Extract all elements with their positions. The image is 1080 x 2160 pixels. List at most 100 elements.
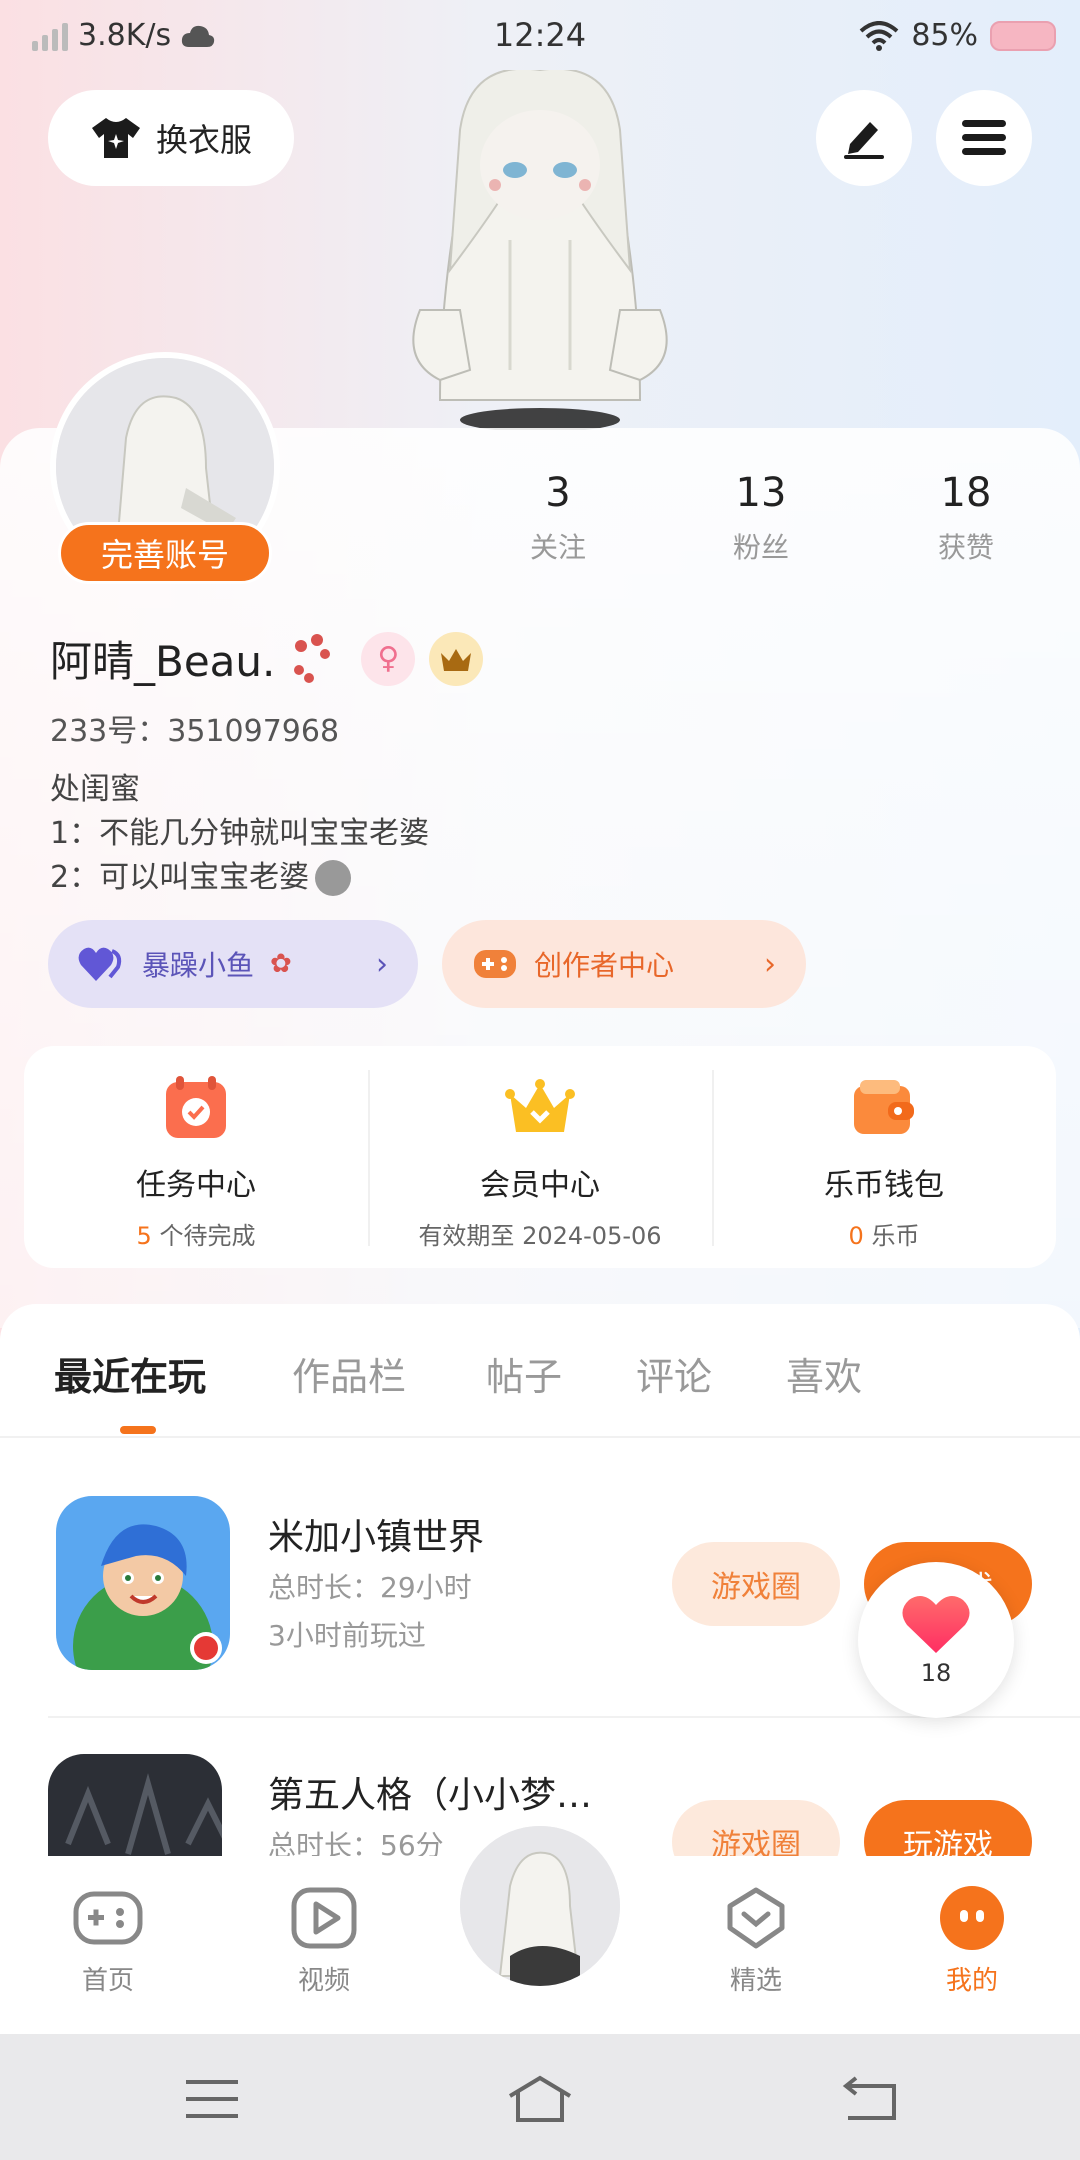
menu-button[interactable] xyxy=(936,90,1032,186)
member-center-title: 会员中心 xyxy=(480,1168,600,1203)
shirt-icon xyxy=(91,118,140,158)
coin-sub-text: 乐币 xyxy=(863,1222,920,1250)
game-icon xyxy=(56,1496,230,1670)
stat-likes[interactable]: 18 获赞 xyxy=(886,470,1046,566)
content-tabs: 最近在玩 作品栏 帖子 评论 喜欢 xyxy=(0,1304,1080,1438)
game-title: 第五人格（小小梦… xyxy=(268,1775,593,1816)
battery-icon xyxy=(990,20,1056,51)
wallet-icon xyxy=(854,1080,914,1134)
task-count: 5 xyxy=(136,1222,152,1250)
emoji-icon xyxy=(315,860,352,896)
coin-wallet-sub: 0 乐币 xyxy=(849,1216,920,1251)
gamepad-icon xyxy=(73,1891,143,1945)
edit-profile-button[interactable] xyxy=(816,90,912,186)
coin-count: 0 xyxy=(848,1222,864,1250)
bio-line: 1：不能几分钟就叫宝宝老婆 xyxy=(50,816,430,851)
nav-item-home[interactable]: 首页 xyxy=(38,1886,178,1997)
heart-icon xyxy=(78,947,122,981)
bio-line-with-emoji: 2：可以叫宝宝老婆 xyxy=(50,856,429,900)
game-icon: 第 5 人格 xyxy=(48,1754,222,1864)
game-duration: 总时长：29小时 xyxy=(268,1571,472,1604)
back-icon[interactable] xyxy=(840,2074,900,2124)
coin-wallet[interactable]: 乐币钱包 0 乐币 xyxy=(712,1046,1056,1268)
recent-apps-icon[interactable] xyxy=(182,2074,242,2124)
system-nav-bar xyxy=(0,2034,1080,2160)
crown-badge xyxy=(429,631,484,686)
heart-icon xyxy=(902,1596,970,1653)
game-icon-art xyxy=(56,1496,230,1670)
nav-label-me: 我的 xyxy=(945,1966,998,1996)
home-icon[interactable] xyxy=(506,2074,574,2124)
heart-box-icon xyxy=(727,1887,785,1949)
battery-percent: 85% xyxy=(911,18,978,53)
dress-up-button[interactable]: 换衣服 xyxy=(48,90,294,186)
dress-up-label: 换衣服 xyxy=(155,121,252,159)
female-icon: ♀ xyxy=(377,641,400,676)
female-badge: ♀ xyxy=(361,631,416,686)
nav-avatar-image xyxy=(460,1826,620,1986)
nav-label-featured: 精选 xyxy=(729,1966,782,1996)
fan-group-label: 暴躁小鱼 xyxy=(142,949,255,982)
nav-label-video: 视频 xyxy=(297,1966,350,1996)
bio-line: 2：可以叫宝宝老婆 xyxy=(50,860,310,895)
crown-icon xyxy=(505,1079,575,1132)
stat-likes-value: 18 xyxy=(940,470,992,516)
status-right: 85% xyxy=(859,18,1056,53)
services-panel: 任务中心 5 个待完成 会员中心 有效期至 2024-05-06 乐币钱包 0 … xyxy=(24,1046,1056,1268)
nav-item-video[interactable]: 视频 xyxy=(254,1886,394,1997)
user-id: 233号：351097968 xyxy=(50,714,340,749)
task-sub-text: 个待完成 xyxy=(151,1222,256,1250)
tab-recently-played[interactable]: 最近在玩 xyxy=(54,1346,206,1401)
calendar-check-icon xyxy=(166,1076,226,1138)
stat-followers-label: 粉丝 xyxy=(732,531,789,564)
username: 阿晴_Beau. xyxy=(50,637,276,686)
tab-indicator xyxy=(120,1426,156,1434)
hamburger-icon xyxy=(962,120,1006,155)
stat-likes-label: 获赞 xyxy=(937,531,994,564)
nav-avatar-button[interactable] xyxy=(452,1818,628,1994)
chevron-right-icon: › xyxy=(764,946,776,982)
task-center[interactable]: 任务中心 5 个待完成 xyxy=(24,1046,368,1268)
bio: 处闺蜜 1：不能几分钟就叫宝宝老婆 2：可以叫宝宝老婆 xyxy=(50,768,429,900)
fan-group-pill[interactable]: 暴躁小鱼 ✿ › xyxy=(48,920,418,1008)
member-center[interactable]: 会员中心 有效期至 2024-05-06 xyxy=(368,1046,712,1268)
game-icon-art: 第 5 人格 xyxy=(48,1754,222,1864)
chevron-right-icon: › xyxy=(376,946,388,982)
play-icon xyxy=(291,1887,357,1949)
game-circle-button[interactable]: 游戏圈 xyxy=(672,1542,840,1626)
nav-item-featured[interactable]: 精选 xyxy=(686,1886,826,1997)
tab-posts[interactable]: 帖子 xyxy=(486,1346,562,1401)
task-center-title: 任务中心 xyxy=(136,1168,256,1203)
bio-line: 处闺蜜 xyxy=(50,772,140,807)
game-title: 米加小镇世界 xyxy=(268,1517,485,1558)
wifi-icon xyxy=(859,20,899,51)
avatar-character-illustration xyxy=(412,70,668,430)
floating-like-count: 18 xyxy=(920,1659,952,1687)
creator-center-label: 创作者中心 xyxy=(534,949,675,982)
stat-followers-value: 13 xyxy=(735,470,787,516)
stat-following-value: 3 xyxy=(545,470,571,516)
status-bar: 3.8K/s 12:24 85% xyxy=(0,0,1080,72)
nav-item-me[interactable]: 我的 xyxy=(902,1886,1042,1997)
gamepad-icon xyxy=(474,950,516,978)
creator-center-pill[interactable]: 创作者中心 › xyxy=(442,920,806,1008)
floating-like-button[interactable]: 18 xyxy=(858,1562,1014,1718)
stat-following[interactable]: 3 关注 xyxy=(478,470,638,566)
pencil-icon xyxy=(844,122,884,159)
tab-works[interactable]: 作品栏 xyxy=(292,1346,406,1401)
stat-following-label: 关注 xyxy=(529,531,586,564)
game-circle-button[interactable]: 游戏圈 xyxy=(672,1800,840,1864)
crown-icon xyxy=(441,648,472,671)
tab-comments[interactable]: 评论 xyxy=(636,1346,712,1401)
complete-account-button[interactable]: 完善账号 xyxy=(58,522,272,584)
rose-icon: ✿ xyxy=(270,949,292,979)
paw-icon xyxy=(294,633,331,683)
nav-label-home: 首页 xyxy=(81,1966,134,1996)
member-center-sub: 有效期至 2024-05-06 xyxy=(418,1222,662,1250)
stat-followers[interactable]: 13 粉丝 xyxy=(681,470,841,566)
username-row: 阿晴_Beau. ♀ xyxy=(50,628,484,689)
me-icon xyxy=(940,1886,1004,1950)
game-last-played: 3小时前玩过 xyxy=(268,1619,426,1652)
tab-likes[interactable]: 喜欢 xyxy=(786,1346,862,1401)
play-game-button[interactable]: 玩游戏 xyxy=(864,1800,1032,1864)
